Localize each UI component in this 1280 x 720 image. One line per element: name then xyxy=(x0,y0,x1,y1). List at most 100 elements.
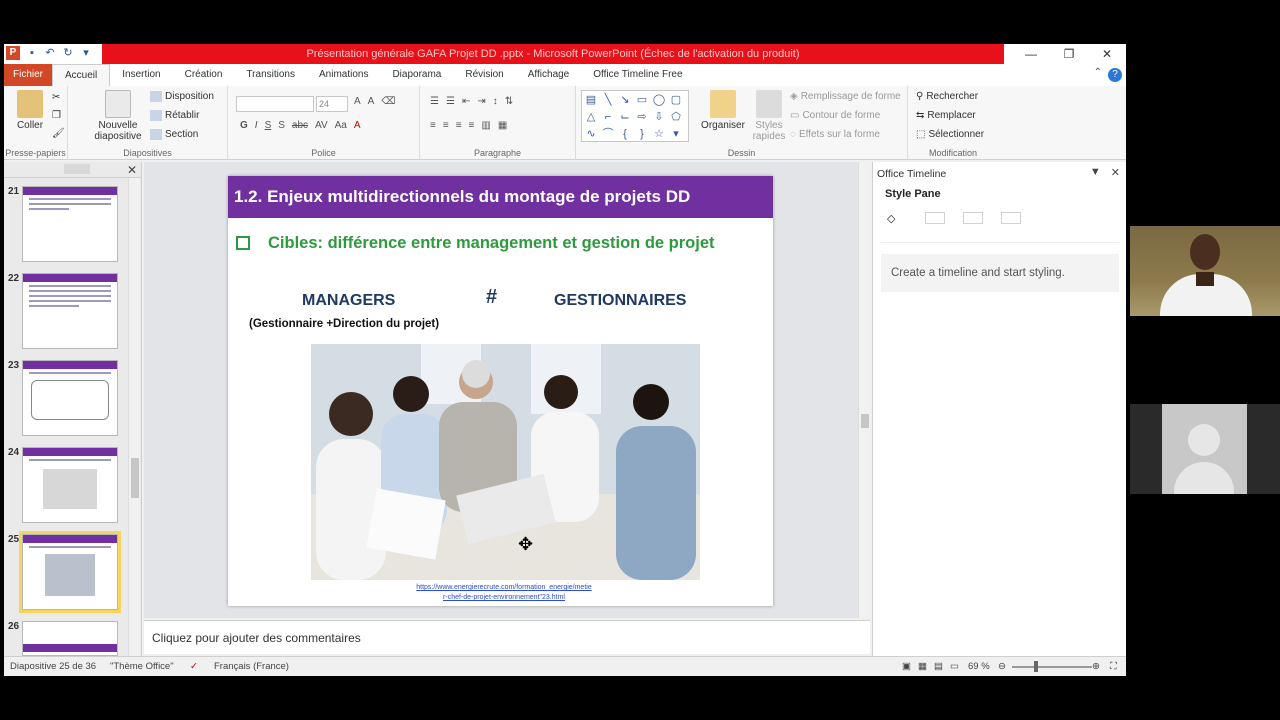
save-icon[interactable]: ▪ xyxy=(26,47,38,59)
thumbnail-slide[interactable] xyxy=(22,447,118,523)
align-left-icon[interactable]: ≡ xyxy=(430,120,436,131)
align-center-icon[interactable]: ≡ xyxy=(443,120,449,131)
managers-subheading[interactable]: (Gestionnaire +Direction du projet) xyxy=(249,318,439,330)
bullets-icon[interactable]: ☰ xyxy=(430,96,439,107)
thumbnail-slide[interactable] xyxy=(22,273,118,349)
columns-icon[interactable]: ▥ xyxy=(481,120,490,131)
zoom-slider-thumb[interactable] xyxy=(1034,661,1038,672)
elbow-shape-icon[interactable]: ⌙ xyxy=(617,109,633,125)
shape-outline-button[interactable]: ▭ Contour de forme xyxy=(790,110,880,121)
pane-close-icon[interactable]: ✕ xyxy=(1111,166,1120,179)
brace-shape-icon[interactable]: { xyxy=(617,126,633,142)
close-thumbnails-icon[interactable]: ✕ xyxy=(127,163,137,177)
source-link-line1[interactable]: https://www.energierecrute.com/formation… xyxy=(404,583,604,593)
slides-tab[interactable] xyxy=(64,164,90,174)
italic-button[interactable]: I xyxy=(255,120,258,131)
grow-font-icon[interactable]: A xyxy=(354,96,361,107)
task-icon[interactable] xyxy=(925,212,945,224)
slide-canvas[interactable]: 1.2. Enjeux multidirectionnels du montag… xyxy=(228,176,773,606)
tab-transitions[interactable]: Transitions xyxy=(234,64,307,86)
spellcheck-icon[interactable]: ✓ xyxy=(190,661,198,672)
shape-effects-button[interactable]: ◌ Effets sur la forme xyxy=(790,129,880,140)
managers-heading[interactable]: MANAGERS xyxy=(302,292,395,310)
rectangle-shape-icon[interactable]: ▭ xyxy=(634,92,650,108)
pentagon-shape-icon[interactable]: ⬠ xyxy=(668,109,684,125)
tab-file[interactable]: Fichier xyxy=(4,64,53,86)
strikethrough-button[interactable]: abc xyxy=(292,120,308,131)
slide-scroll-thumb[interactable] xyxy=(861,414,869,428)
thumbnail-slide[interactable] xyxy=(22,621,118,656)
customize-qat-icon[interactable]: ▾ xyxy=(80,47,92,59)
pane-dropdown-icon[interactable]: ▼ xyxy=(1090,166,1101,179)
tab-review[interactable]: Révision xyxy=(453,64,515,86)
font-size-combo[interactable]: 24 xyxy=(316,96,348,112)
align-right-icon[interactable]: ≡ xyxy=(456,120,462,131)
new-slide-button[interactable]: Nouvelle diapositive xyxy=(92,90,144,142)
case-button[interactable]: Aa xyxy=(335,120,347,131)
title-icon[interactable] xyxy=(1001,212,1021,224)
close-button[interactable]: ✕ xyxy=(1088,44,1126,64)
restore-button[interactable]: ❐ xyxy=(1050,44,1088,64)
spacing-button[interactable]: AV xyxy=(315,120,328,131)
help-icon[interactable]: ? xyxy=(1108,68,1122,82)
language-status[interactable]: Français (France) xyxy=(214,661,289,672)
sorter-view-icon[interactable]: ▦ xyxy=(918,661,927,672)
format-painter-icon[interactable]: 🖌 xyxy=(52,128,65,139)
redo-icon[interactable]: ↻ xyxy=(62,47,74,59)
normal-view-icon[interactable]: ▣ xyxy=(902,661,911,672)
shapes-gallery[interactable]: ▤ ╲ ↘ ▭ ◯ ▢ △ ⌐ ⌙ ⇨ ⇩ ⬠ ∿ ⌒ { } ☆ ▾ xyxy=(581,90,689,142)
tab-animations[interactable]: Animations xyxy=(307,64,380,86)
tab-home[interactable]: Accueil xyxy=(52,64,111,86)
shape-fill-button[interactable]: ◈ Remplissage de forme xyxy=(790,91,901,102)
thumbnails-scroll-thumb[interactable] xyxy=(131,458,139,498)
curve-shape-icon[interactable]: ∿ xyxy=(583,126,599,142)
zoom-slider[interactable] xyxy=(1012,666,1092,668)
section-button[interactable]: Section xyxy=(150,129,198,140)
notes-placeholder[interactable]: Cliquez pour ajouter des commentaires xyxy=(152,631,361,645)
line-shape-icon[interactable]: ╲ xyxy=(600,92,616,108)
brace-right-shape-icon[interactable]: } xyxy=(634,126,650,142)
font-name-combo[interactable] xyxy=(236,96,314,112)
find-button[interactable]: ⚲ Rechercher xyxy=(916,91,978,102)
copy-icon[interactable]: ❐ xyxy=(52,110,61,121)
cut-icon[interactable]: ✂ xyxy=(52,92,60,103)
tab-office-timeline[interactable]: Office Timeline Free xyxy=(581,64,694,86)
minimize-button[interactable]: — xyxy=(1012,44,1050,64)
justify-icon[interactable]: ≡ xyxy=(469,120,475,131)
numbering-icon[interactable]: ☰ xyxy=(446,96,455,107)
tab-insert[interactable]: Insertion xyxy=(110,64,172,86)
zoom-out-icon[interactable]: ⊖ xyxy=(998,661,1006,672)
rounded-rect-shape-icon[interactable]: ▢ xyxy=(668,92,684,108)
decrease-indent-icon[interactable]: ⇤ xyxy=(462,96,470,107)
increase-indent-icon[interactable]: ⇥ xyxy=(477,96,485,107)
zoom-level[interactable]: 69 % xyxy=(968,661,990,672)
shadow-button[interactable]: S xyxy=(278,120,285,131)
arrow-shape-icon[interactable]: ↘ xyxy=(617,92,633,108)
arrange-button[interactable]: Organiser xyxy=(698,90,748,131)
slide-title[interactable]: 1.2. Enjeux multidirectionnels du montag… xyxy=(228,176,773,218)
timeband-icon[interactable] xyxy=(963,212,983,224)
slide-bullet-text[interactable]: Cibles: différence entre management et g… xyxy=(268,234,715,253)
slideshow-view-icon[interactable]: ▭ xyxy=(950,661,959,672)
meeting-photo[interactable] xyxy=(311,344,700,580)
thumbnail-slide-selected[interactable] xyxy=(22,534,118,610)
thumbnail-slide[interactable] xyxy=(22,186,118,262)
notes-pane[interactable]: Cliquez pour ajouter des commentaires xyxy=(144,620,870,654)
right-arrow-shape-icon[interactable]: ⇨ xyxy=(634,109,650,125)
paste-button[interactable]: Coller xyxy=(14,90,46,131)
fit-slide-icon[interactable]: ⛶ xyxy=(1110,661,1117,672)
reading-view-icon[interactable]: ▤ xyxy=(934,661,943,672)
more-shapes-icon[interactable]: ▾ xyxy=(668,126,684,142)
thumbnail-slide[interactable] xyxy=(22,360,118,436)
source-link[interactable]: https://www.energierecrute.com/formation… xyxy=(404,583,604,603)
gestionnaires-heading[interactable]: GESTIONNAIRES xyxy=(554,292,686,310)
select-button[interactable]: ⬚ Sélectionner xyxy=(916,129,984,140)
textbox-shape-icon[interactable]: ▤ xyxy=(583,92,599,108)
clear-format-icon[interactable]: ⌫ xyxy=(381,96,395,107)
milestone-icon[interactable]: ◇ xyxy=(887,212,907,225)
text-direction-icon[interactable]: ⇅ xyxy=(505,96,513,107)
reset-button[interactable]: Rétablir xyxy=(150,110,199,121)
connector-shape-icon[interactable]: ⌐ xyxy=(600,109,616,125)
tab-slideshow[interactable]: Diaporama xyxy=(380,64,453,86)
down-arrow-shape-icon[interactable]: ⇩ xyxy=(651,109,667,125)
